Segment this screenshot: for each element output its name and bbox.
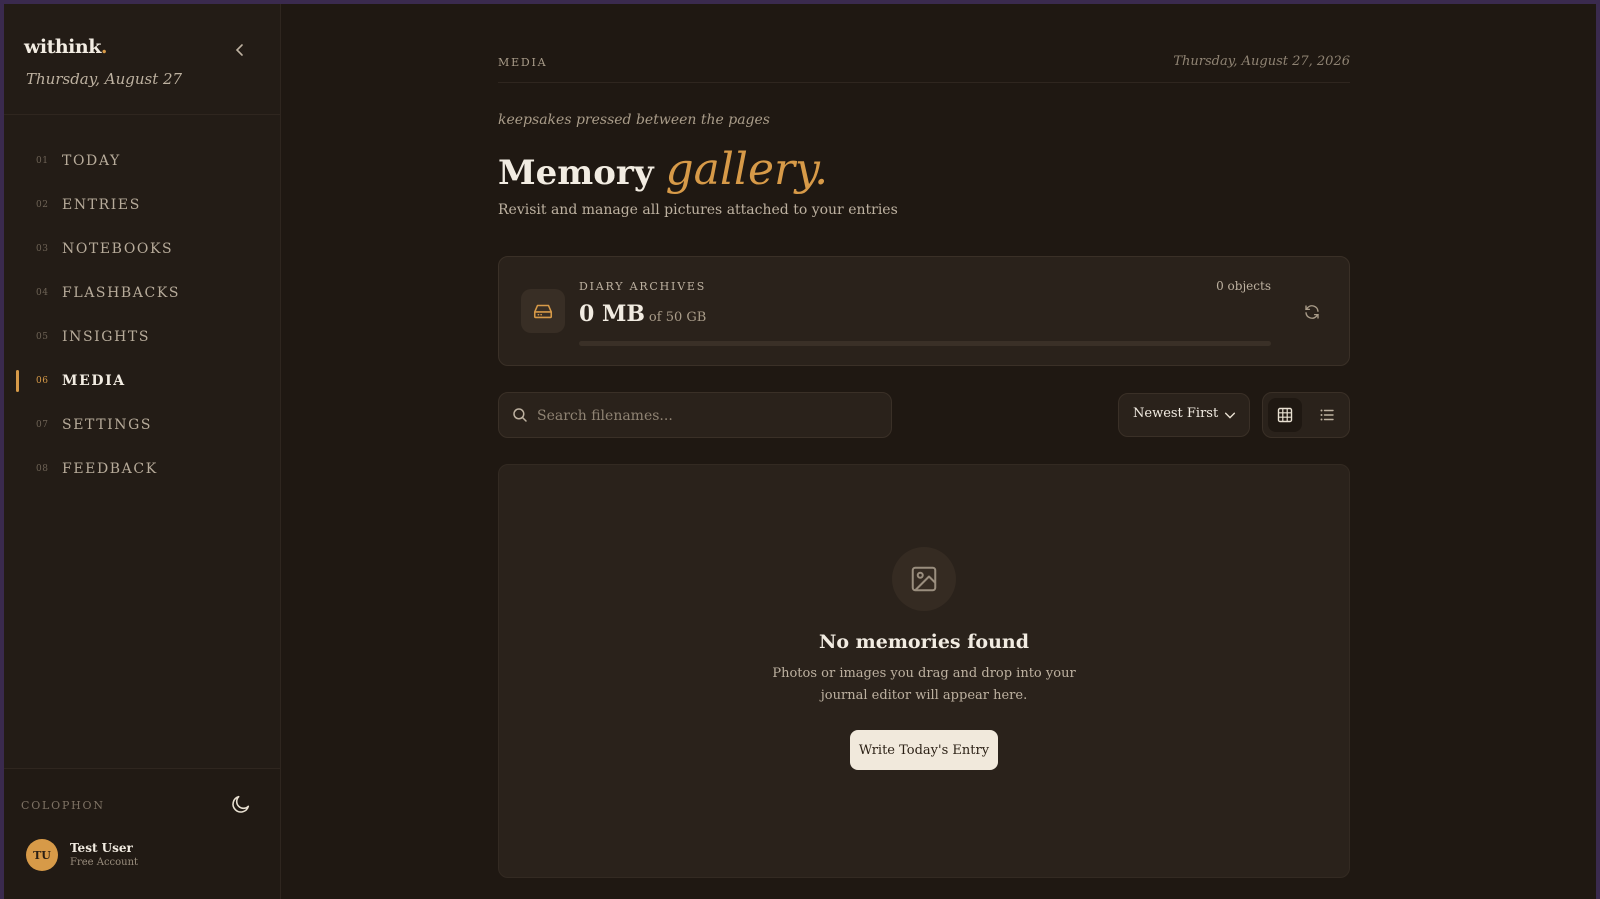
sidebar-item-entries[interactable]: 02 ENTRIES (4, 183, 280, 227)
nav-label: MEDIA (62, 373, 126, 389)
view-toggle (1262, 392, 1350, 438)
nav-number: 06 (36, 376, 49, 386)
page-tagline: keepsakes pressed between the pages (498, 112, 770, 128)
empty-state-description: Photos or images you drag and drop into … (772, 666, 1076, 703)
nav-label: ENTRIES (62, 197, 141, 213)
user-name: Test User (70, 841, 133, 855)
app-window: withink. Thursday, August 27 01 TODAY 02 E… (4, 4, 1596, 899)
page-title-main: Memory (498, 153, 654, 193)
nav-label: SETTINGS (62, 417, 153, 433)
brand-name: withink (24, 36, 101, 58)
sort-selected-value: Newest First (1133, 406, 1219, 421)
sidebar-item-media[interactable]: 06 MEDIA (4, 359, 280, 403)
nav-label: NOTEBOOKS (62, 241, 174, 257)
collapse-sidebar-button[interactable] (232, 42, 248, 58)
object-count: 0 objects (1216, 279, 1271, 293)
nav-label: FEEDBACK (62, 461, 158, 477)
nav-number: 04 (36, 288, 49, 298)
nav-number: 08 (36, 464, 49, 474)
image-icon (911, 566, 937, 592)
refresh-icon (1305, 305, 1319, 319)
nav-number: 03 (36, 244, 49, 254)
brand-dot: . (100, 36, 108, 58)
storage-label: DIARY ARCHIVES (579, 280, 707, 293)
user-plan: Free Account (70, 857, 139, 868)
theme-toggle-button[interactable] (230, 793, 252, 815)
brand-logo[interactable]: withink. (24, 36, 108, 58)
refresh-button[interactable] (1303, 303, 1321, 321)
search-box (498, 392, 892, 439)
empty-state-title: No memories found (818, 631, 1029, 653)
list-view-button[interactable] (1310, 398, 1344, 432)
sidebar-item-insights[interactable]: 05 INSIGHTS (4, 315, 280, 359)
moon-icon (232, 795, 250, 813)
avatar[interactable]: TU (26, 839, 58, 871)
search-icon (513, 408, 527, 422)
sidebar-nav: 01 TODAY 02 ENTRIES 03 NOTEBOOKS 04 FLASHBAC… (4, 139, 280, 491)
sort-dropdown[interactable]: Newest First (1118, 393, 1250, 437)
sidebar-item-feedback[interactable]: 08 FEEDBACK (4, 447, 280, 491)
storage-progress-bar (579, 341, 1271, 346)
empty-state-icon-circle (892, 547, 956, 611)
sidebar-item-settings[interactable]: 07 SETTINGS (4, 403, 280, 447)
storage-used: 0 MB (579, 301, 645, 327)
drive-icon (533, 304, 553, 319)
storage-used-value: 0 MB of 50 GB (579, 301, 706, 327)
chevron-down-icon (1224, 412, 1236, 419)
nav-number: 07 (36, 420, 49, 430)
empty-state-panel: No memories found Photos or images you d… (498, 464, 1350, 878)
nav-number: 01 (36, 156, 49, 166)
nav-number: 05 (36, 332, 49, 342)
storage-icon-box (521, 289, 565, 333)
chevron-left-icon (235, 44, 243, 56)
nav-number: 02 (36, 200, 49, 210)
grid-icon (1277, 407, 1293, 423)
sidebar-divider (4, 114, 280, 115)
storage-card: DIARY ARCHIVES 0 MB of 50 GB 0 objects (498, 256, 1350, 366)
sidebar: withink. Thursday, August 27 01 TODAY 02 E… (4, 4, 281, 899)
header-date: Thursday, August 27, 2026 (1173, 54, 1350, 69)
storage-capacity: of 50 GB (648, 310, 707, 325)
write-entry-button[interactable]: Write Today's Entry (850, 730, 998, 770)
main-content: MEDIA Thursday, August 27, 2026 keepsake… (498, 4, 1350, 899)
colophon-label: COLOPHON (21, 799, 105, 812)
nav-label: INSIGHTS (62, 329, 151, 345)
breadcrumb: MEDIA (498, 56, 548, 69)
list-icon (1320, 409, 1334, 421)
header-divider (498, 82, 1350, 83)
sidebar-item-today[interactable]: 01 TODAY (4, 139, 280, 183)
page-title-accent: gallery. (665, 144, 829, 195)
sidebar-footer: COLOPHON TU Test User Free Account (4, 768, 280, 899)
search-input[interactable] (535, 393, 879, 439)
nav-label: FLASHBACKS (62, 285, 181, 301)
page-subtitle: Revisit and manage all pictures attached… (498, 202, 898, 218)
nav-label: TODAY (62, 153, 121, 169)
sidebar-item-notebooks[interactable]: 03 NOTEBOOKS (4, 227, 280, 271)
grid-view-button[interactable] (1268, 398, 1302, 432)
sidebar-item-flashbacks[interactable]: 04 FLASHBACKS (4, 271, 280, 315)
page-title: Memory gallery. (498, 144, 828, 195)
sidebar-date: Thursday, August 27 (26, 70, 183, 88)
